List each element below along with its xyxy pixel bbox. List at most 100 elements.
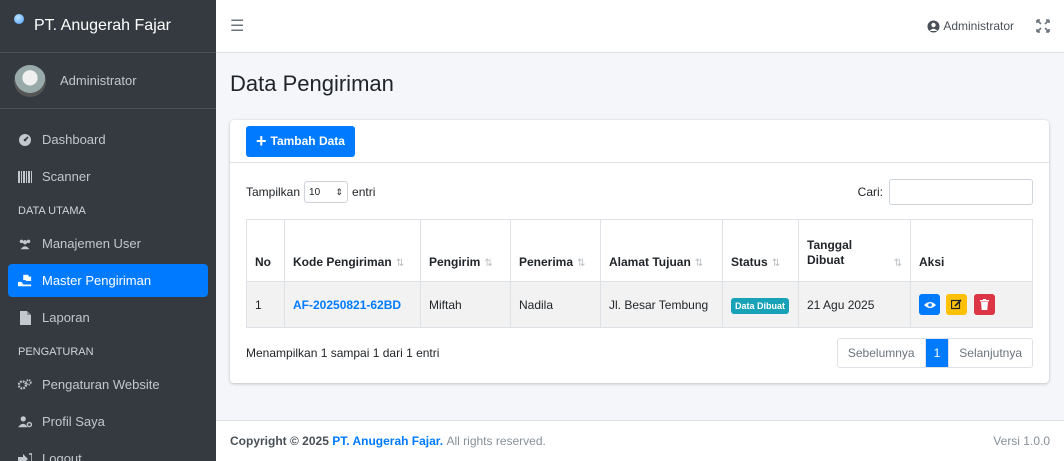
topbar-right: Administrator	[927, 19, 1050, 33]
table-footer: Menampilkan 1 sampai 1 dari 1 entri Sebe…	[246, 338, 1033, 368]
sidebar-item-label: Laporan	[42, 310, 90, 325]
company-link[interactable]: PT. Anugerah Fajar.	[332, 434, 443, 448]
topbar-user-name: Administrator	[943, 19, 1014, 33]
pagination-next[interactable]: Selanjutnya	[948, 339, 1032, 367]
edit-icon	[951, 299, 962, 310]
page-title: Data Pengiriman	[230, 71, 394, 96]
sidebar-item-dashboard[interactable]: Dashboard	[8, 123, 208, 156]
col-header-kode[interactable]: Kode Pengiriman ⇅	[284, 219, 421, 282]
sidebar-item-profil-saya[interactable]: Profil Saya	[8, 405, 208, 438]
sidebar-item-scanner[interactable]: Scanner	[8, 160, 208, 193]
sidebar-item-laporan[interactable]: Laporan	[8, 301, 208, 334]
add-data-button[interactable]: + Tambah Data	[246, 125, 355, 157]
brand[interactable]: PT. Anugerah Fajar	[0, 0, 216, 53]
cell-alamat: Jl. Besar Tembung	[600, 281, 723, 328]
cell-aksi	[910, 281, 1033, 328]
sort-icon: ⇅	[577, 258, 586, 269]
menu-toggle-icon[interactable]: ☰	[230, 16, 244, 36]
edit-button[interactable]	[946, 294, 968, 315]
shipments-table: No Kode Pengiriman ⇅ Pengirim ⇅ Penerima ⇅ …	[246, 219, 1033, 328]
sidebar-item-manajemen-user[interactable]: Manajemen User	[8, 227, 208, 260]
table-header-row: No Kode Pengiriman ⇅ Pengirim ⇅ Penerima ⇅ …	[246, 219, 1033, 282]
barcode-icon	[18, 170, 32, 184]
topbar-user-menu[interactable]: Administrator	[927, 19, 1014, 33]
sidebar-item-pengaturan-website[interactable]: Pengaturan Website	[8, 368, 208, 401]
nav-header-pengaturan: PENGATURAN	[18, 346, 94, 358]
trash-icon	[979, 299, 989, 310]
sidebar-item-master-pengiriman[interactable]: Master Pengiriman	[8, 264, 208, 297]
fullscreen-icon[interactable]	[1036, 19, 1050, 33]
user-panel[interactable]: Administrator	[0, 53, 216, 109]
copyright-prefix: Copyright © 2025	[230, 434, 329, 448]
col-header-alamat[interactable]: Alamat Tujuan ⇅	[600, 219, 723, 282]
length-control: Tampilkan 10 ⇕ entri	[246, 181, 375, 203]
col-header-status[interactable]: Status ⇅	[722, 219, 799, 282]
page-footer: Copyright © 2025 PT. Anugerah Fajar. All…	[216, 420, 1064, 461]
table-row: 1 AF-20250821-62BD Miftah Nadila Jl. Bes…	[246, 281, 1033, 328]
sidebar-item-logout[interactable]: Logout	[8, 442, 208, 461]
add-data-label: Tambah Data	[270, 134, 345, 148]
avatar	[14, 64, 46, 97]
plus-icon: +	[256, 131, 267, 151]
sort-icon: ⇅	[395, 258, 405, 269]
cell-kode: AF-20250821-62BD	[284, 281, 421, 328]
sort-icon: ⇅	[771, 258, 781, 269]
search-label: Cari:	[857, 185, 883, 199]
brand-name: PT. Anugerah Fajar	[34, 17, 171, 34]
nav-header-data-utama: DATA UTAMA	[18, 205, 86, 217]
table-info: Menampilkan 1 sampai 1 dari 1 entri	[246, 346, 440, 360]
sidebar-item-label: Scanner	[42, 169, 91, 184]
file-icon	[18, 310, 32, 325]
main-content: Data Pengiriman + Tambah Data Tampilkan …	[216, 53, 1064, 420]
cell-penerima: Nadila	[510, 281, 601, 328]
col-header-penerima[interactable]: Penerima ⇅	[510, 219, 601, 282]
table-controls: Tampilkan 10 ⇕ entri Cari:	[246, 179, 1033, 205]
brand-logo	[14, 14, 24, 24]
card-header: + Tambah Data	[230, 120, 1049, 163]
pagination: Sebelumnya 1 Selanjutnya	[836, 338, 1033, 368]
rights-text: All rights reserved.	[446, 434, 546, 448]
sidebar: PT. Anugerah Fajar Administrator Dashboa…	[0, 0, 216, 461]
delete-button[interactable]	[973, 294, 995, 315]
topbar: ☰ Administrator	[216, 0, 1064, 53]
length-value: 10	[309, 186, 321, 198]
sign-out-icon	[18, 452, 32, 461]
search-control: Cari:	[858, 179, 1033, 205]
sidebar-nav: Dashboard Scanner DATA UTAMA Manajemen U…	[0, 109, 216, 461]
data-card: + Tambah Data Tampilkan 10 ⇕ entri Cari:	[230, 120, 1049, 383]
user-circle-icon	[927, 20, 940, 33]
sort-arrows-icon: ⇕	[335, 186, 344, 197]
col-header-pengirim[interactable]: Pengirim ⇅	[420, 219, 511, 282]
col-header-tanggal[interactable]: Tanggal Dibuat ⇅	[798, 219, 911, 282]
cell-no: 1	[246, 281, 285, 328]
sort-icon: ⇅	[484, 258, 493, 269]
dashboard-icon	[18, 133, 32, 147]
eye-icon	[923, 301, 936, 308]
user-cog-icon	[18, 415, 32, 429]
user-name: Administrator	[60, 73, 137, 88]
status-badge: Data Dibuat	[731, 297, 790, 314]
cell-tanggal: 21 Agu 2025	[798, 281, 911, 328]
sidebar-item-label: Logout	[42, 451, 82, 461]
length-suffix: entri	[352, 185, 376, 199]
sidebar-item-label: Profil Saya	[42, 414, 105, 429]
sidebar-item-label: Dashboard	[42, 132, 106, 147]
shipment-code-link[interactable]: AF-20250821-62BD	[293, 298, 401, 312]
pagination-page-1[interactable]: 1	[925, 339, 949, 367]
search-input[interactable]	[889, 179, 1033, 205]
col-header-no[interactable]: No	[246, 219, 285, 282]
users-icon	[18, 237, 32, 251]
length-prefix: Tampilkan	[246, 185, 301, 199]
pagination-prev[interactable]: Sebelumnya	[838, 339, 926, 367]
sort-icon: ⇅	[893, 258, 902, 269]
sort-icon: ⇅	[694, 258, 704, 269]
cell-status: Data Dibuat	[722, 281, 799, 328]
cell-pengirim: Miftah	[420, 281, 511, 328]
length-select[interactable]: 10 ⇕	[304, 181, 349, 203]
shipping-icon	[18, 274, 32, 288]
col-header-aksi: Aksi	[910, 219, 1033, 282]
version-text: Versi 1.0.0	[993, 434, 1050, 448]
view-button[interactable]	[919, 294, 940, 315]
sidebar-item-label: Master Pengiriman	[42, 273, 152, 288]
sidebar-item-label: Manajemen User	[42, 236, 141, 251]
